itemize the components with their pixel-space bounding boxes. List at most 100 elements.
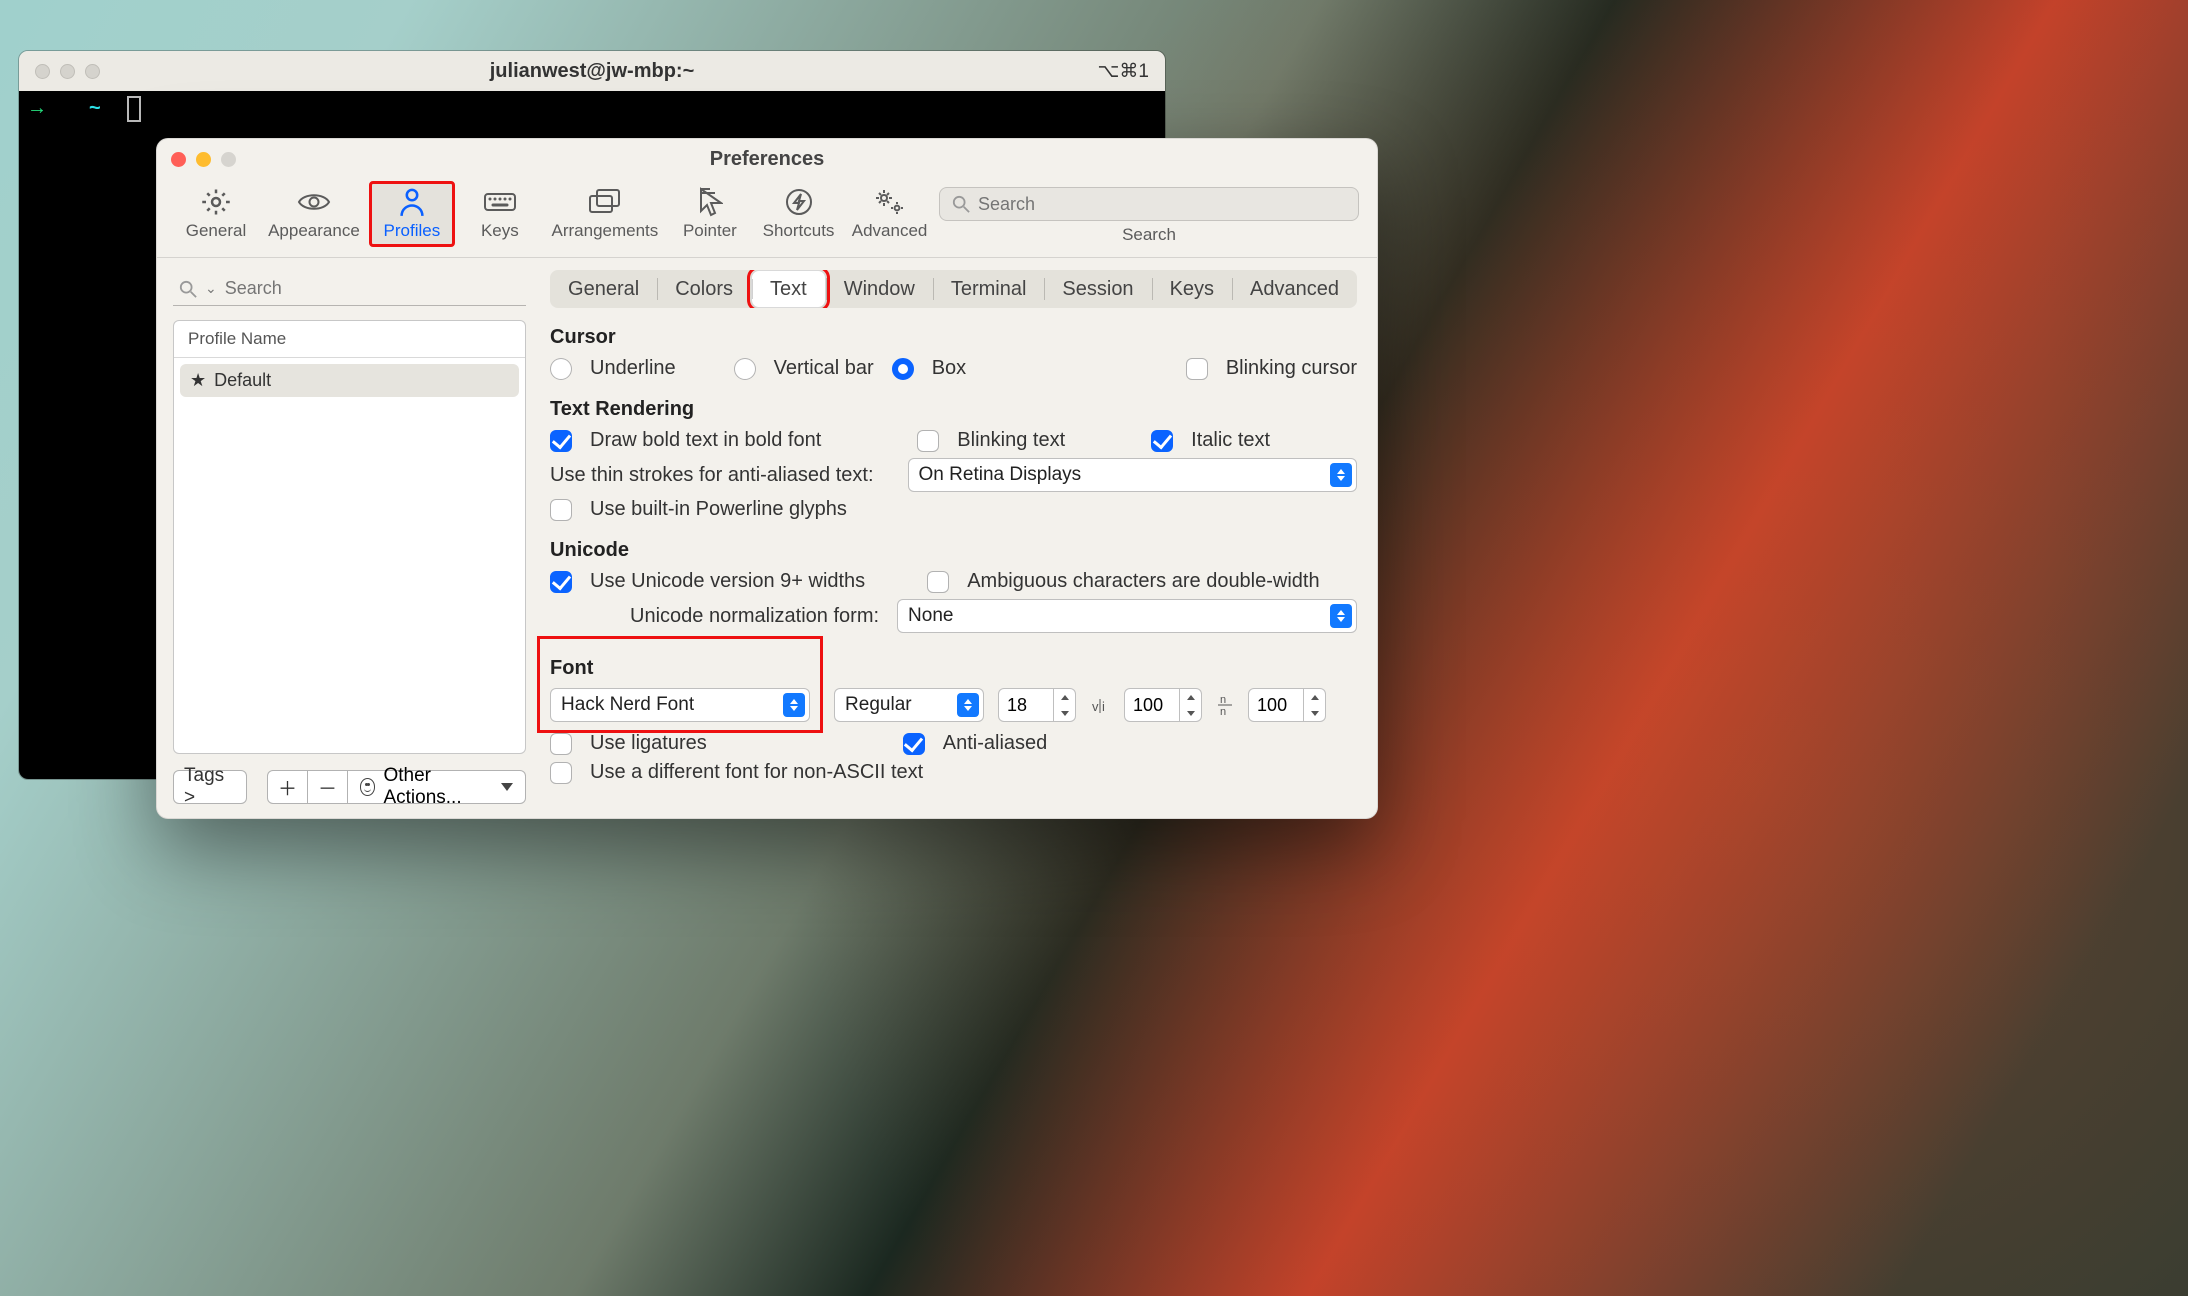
ambiguous-label: Ambiguous characters are double-width bbox=[967, 570, 1319, 593]
tab-label: General bbox=[186, 221, 246, 241]
profiles-header: Profile Name bbox=[174, 321, 525, 358]
thin-strokes-value: On Retina Displays bbox=[919, 464, 1108, 486]
vspacing-input[interactable] bbox=[1248, 688, 1304, 722]
font-size-input[interactable] bbox=[998, 688, 1054, 722]
terminal-titlebar: julianwest@jw-mbp:~ ⌥⌘1 bbox=[19, 51, 1165, 91]
vspacing-icon: nn bbox=[1216, 694, 1234, 716]
normalization-label: Unicode normalization form: bbox=[630, 605, 879, 628]
sidebar-search[interactable]: ⌄ bbox=[173, 272, 526, 306]
dropdown-caret-icon bbox=[1330, 604, 1352, 628]
profile-row-default[interactable]: ★ Default bbox=[180, 364, 519, 397]
vspacing-stepper[interactable] bbox=[1248, 688, 1326, 722]
subtab-colors[interactable]: Colors bbox=[657, 270, 751, 308]
other-actions-label: Other Actions... bbox=[383, 765, 493, 809]
dropdown-caret-icon bbox=[783, 693, 805, 717]
other-actions-dropdown[interactable]: Other Actions... bbox=[348, 770, 526, 804]
tab-advanced[interactable]: Advanced bbox=[846, 183, 933, 245]
tab-keys[interactable]: Keys bbox=[459, 183, 541, 245]
svg-text:v: v bbox=[1092, 699, 1099, 714]
antialiased-check[interactable] bbox=[903, 733, 925, 755]
tab-label: Arrangements bbox=[552, 221, 659, 241]
nonascii-font-check[interactable] bbox=[550, 762, 572, 784]
profiles-sidebar: ⌄ Profile Name ★ Default Tags > ＋ － bbox=[157, 258, 540, 818]
text-cursor-icon bbox=[127, 96, 141, 122]
font-size-stepper[interactable] bbox=[998, 688, 1076, 722]
tab-appearance[interactable]: Appearance bbox=[263, 183, 365, 245]
ligatures-label: Use ligatures bbox=[590, 732, 707, 755]
stepper-arrows[interactable] bbox=[1304, 688, 1326, 722]
hspacing-input[interactable] bbox=[1124, 688, 1180, 722]
unicode9-label: Use Unicode version 9+ widths bbox=[590, 570, 865, 593]
search-icon bbox=[179, 280, 197, 298]
font-weight-value: Regular bbox=[845, 694, 938, 716]
keyboard-icon bbox=[483, 187, 517, 217]
normalization-value: None bbox=[908, 605, 979, 627]
chevron-down-icon bbox=[501, 783, 513, 791]
bold-bold-check[interactable] bbox=[550, 430, 572, 452]
toolbar-search-label: Search bbox=[1122, 225, 1176, 245]
ambiguous-check[interactable] bbox=[927, 571, 949, 593]
ligatures-check[interactable] bbox=[550, 733, 572, 755]
section-rendering: Text Rendering bbox=[550, 398, 1357, 421]
remove-profile-button[interactable]: － bbox=[308, 770, 348, 804]
sidebar-search-input[interactable] bbox=[225, 278, 520, 299]
chevron-down-icon[interactable]: ⌄ bbox=[205, 280, 217, 297]
add-profile-button[interactable]: ＋ bbox=[267, 770, 308, 804]
prefs-titlebar: Preferences bbox=[157, 139, 1377, 179]
tab-general[interactable]: General bbox=[175, 183, 257, 245]
unicode9-check[interactable] bbox=[550, 571, 572, 593]
blinking-cursor-label: Blinking cursor bbox=[1226, 357, 1357, 380]
tab-arrangements[interactable]: Arrangements bbox=[547, 183, 663, 245]
smiley-icon bbox=[360, 778, 376, 796]
stepper-arrows[interactable] bbox=[1180, 688, 1202, 722]
subtab-advanced[interactable]: Advanced bbox=[1232, 270, 1357, 308]
svg-text:n: n bbox=[1220, 694, 1226, 706]
cursor-box-radio[interactable] bbox=[892, 358, 914, 380]
subtab-general[interactable]: General bbox=[550, 270, 657, 308]
thin-strokes-dropdown[interactable]: On Retina Displays bbox=[908, 458, 1357, 492]
subtab-keys[interactable]: Keys bbox=[1152, 270, 1232, 308]
gears-icon bbox=[873, 187, 907, 217]
thin-strokes-label: Use thin strokes for anti-aliased text: bbox=[550, 464, 873, 487]
toolbar-search[interactable] bbox=[939, 187, 1359, 221]
font-family-dropdown[interactable]: Hack Nerd Font bbox=[550, 688, 810, 722]
tab-shortcuts[interactable]: Shortcuts bbox=[757, 183, 840, 245]
profile-subtabs: General Colors Text Window Terminal Sess… bbox=[550, 270, 1357, 308]
cursor-vertical-radio[interactable] bbox=[734, 358, 756, 380]
toolbar-search-input[interactable] bbox=[978, 194, 1346, 215]
powerline-check[interactable] bbox=[550, 499, 572, 521]
tab-label: Keys bbox=[481, 221, 519, 241]
tab-profiles[interactable]: Profiles bbox=[371, 183, 453, 245]
font-weight-dropdown[interactable]: Regular bbox=[834, 688, 984, 722]
cursor-icon bbox=[697, 187, 723, 217]
star-icon: ★ bbox=[190, 370, 206, 391]
cursor-underline-radio[interactable] bbox=[550, 358, 572, 380]
subtab-window[interactable]: Window bbox=[826, 270, 933, 308]
eye-icon bbox=[297, 187, 331, 217]
dropdown-caret-icon bbox=[957, 693, 979, 717]
person-icon bbox=[398, 187, 426, 217]
tab-pointer[interactable]: Pointer bbox=[669, 183, 751, 245]
blinking-text-check[interactable] bbox=[917, 430, 939, 452]
italic-label: Italic text bbox=[1191, 429, 1270, 452]
normalization-dropdown[interactable]: None bbox=[897, 599, 1357, 633]
stepper-arrows[interactable] bbox=[1054, 688, 1076, 722]
subtab-session[interactable]: Session bbox=[1044, 270, 1151, 308]
bold-bold-label: Draw bold text in bold font bbox=[590, 429, 821, 452]
profiles-list: Profile Name ★ Default bbox=[173, 320, 526, 754]
profile-settings: General Colors Text Window Terminal Sess… bbox=[540, 258, 1377, 818]
subtab-text[interactable]: Text bbox=[751, 270, 826, 308]
cursor-box-label: Box bbox=[932, 357, 966, 380]
tab-label: Profiles bbox=[384, 221, 441, 241]
bolt-icon bbox=[785, 187, 813, 217]
subtab-terminal[interactable]: Terminal bbox=[933, 270, 1045, 308]
add-remove-group: ＋ － Other Actions... bbox=[267, 770, 526, 804]
cursor-underline-label: Underline bbox=[590, 357, 676, 380]
blinking-cursor-check[interactable] bbox=[1186, 358, 1208, 380]
hspacing-stepper[interactable] bbox=[1124, 688, 1202, 722]
tags-button[interactable]: Tags > bbox=[173, 770, 247, 804]
blinking-text-label: Blinking text bbox=[957, 429, 1065, 452]
tab-label: Pointer bbox=[683, 221, 737, 241]
svg-text:n: n bbox=[1220, 706, 1226, 716]
italic-check[interactable] bbox=[1151, 430, 1173, 452]
